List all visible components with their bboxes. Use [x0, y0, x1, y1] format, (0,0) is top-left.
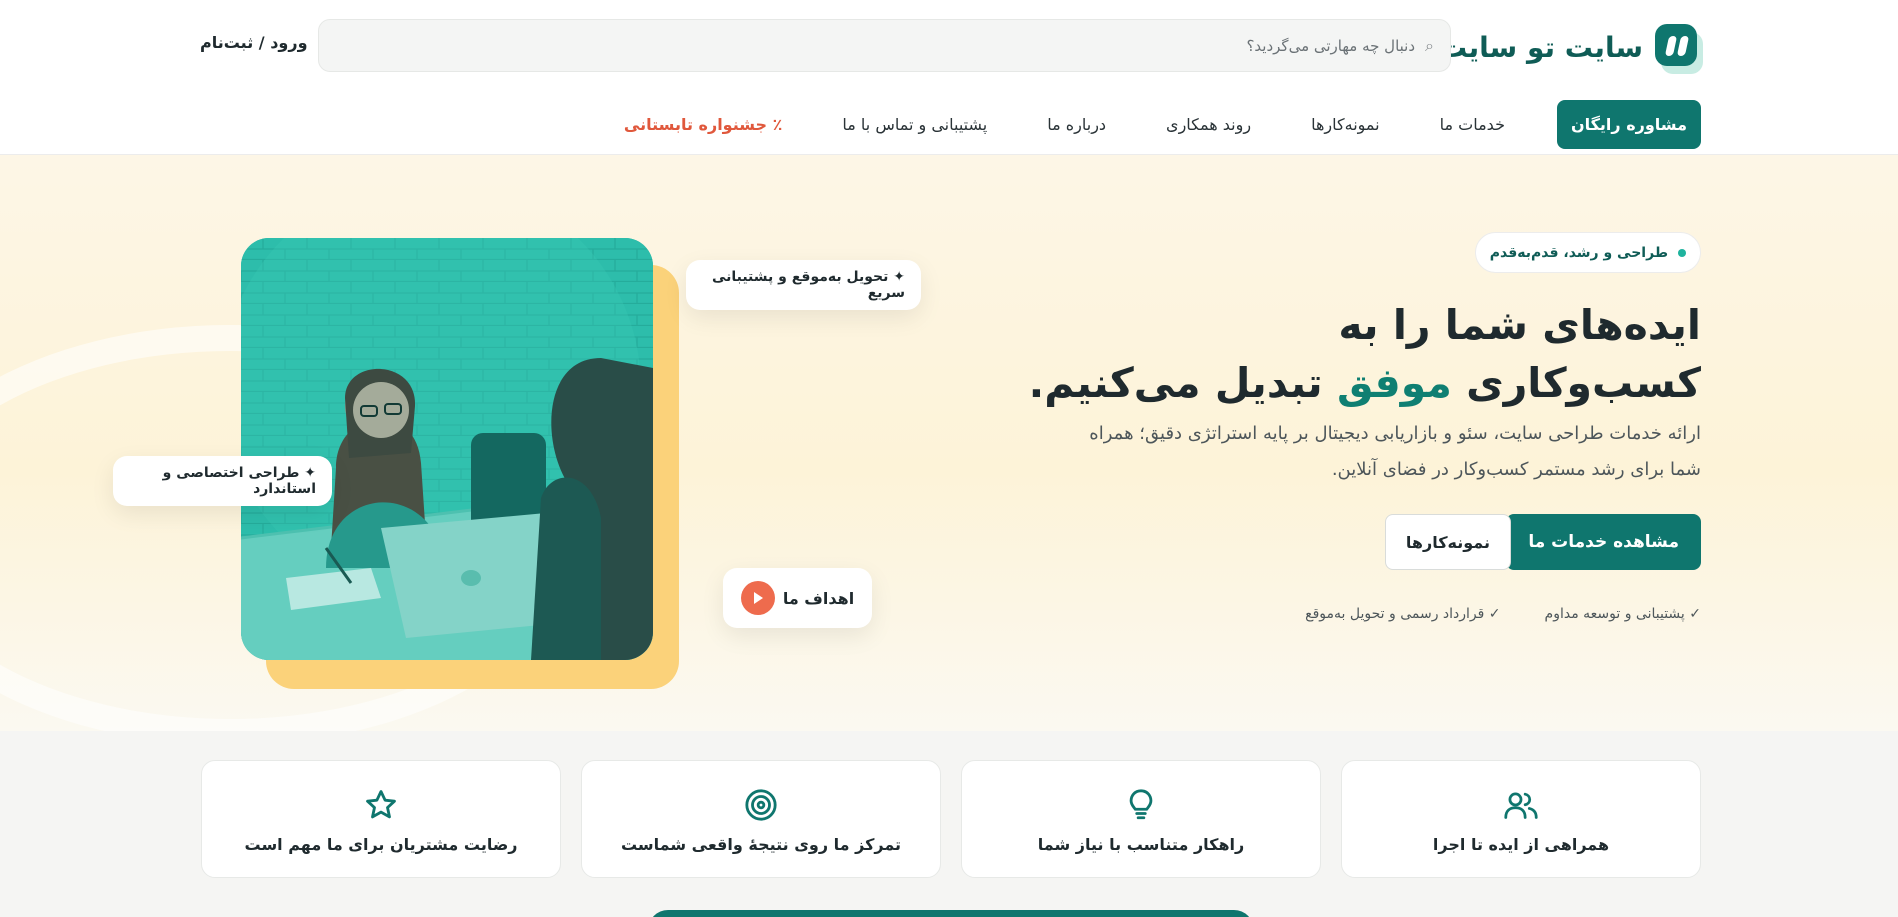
nav-item-process[interactable]: روند همکاری [1166, 100, 1251, 149]
headline-line-1: ایده‌های شما را به [1338, 301, 1701, 349]
fast-delivery-card: ✦ تحویل به‌موقع و پشتیبانی سریع [686, 260, 921, 310]
nav-item-portfolio[interactable]: نمونه‌کارها [1311, 100, 1380, 149]
chip-label: طراحی و رشد، قدم‌به‌قدم [1489, 244, 1668, 261]
fast-delivery-label: ✦ تحویل به‌موقع و پشتیبانی سریع [711, 269, 905, 301]
nav-item-summer-promo[interactable]: ٪ جشنواره تابستانی [624, 100, 782, 149]
hero-chip: طراحی و رشد، قدم‌به‌قدم [1474, 232, 1701, 273]
feature-card: همراهی از ایده تا اجرا [1341, 760, 1701, 878]
nav-item-services[interactable]: خدمات ما [1440, 100, 1505, 149]
site-header: سایت تو سایت ⌕ ورود / ثبت‌نام مشاوره رای… [0, 0, 1898, 155]
feature-label: رضایت مشتریان برای ما مهم است [244, 834, 518, 854]
hero-headline: ایده‌های شما را به کسب‌وکاری موفق تبدیل … [1029, 296, 1701, 412]
features-row: رضایت مشتریان برای ما مهم است تمرکز ما ر… [201, 760, 1701, 878]
headline-part-a: کسب‌وکاری [1466, 359, 1701, 407]
target-icon [741, 785, 781, 825]
brand-name: سایت تو سایت [1439, 30, 1643, 64]
login-register-link[interactable]: ورود / ثبت‌نام [200, 33, 308, 52]
star-icon [361, 785, 401, 825]
our-goals-button[interactable]: اهداف ما [723, 568, 872, 628]
nav-item-about[interactable]: درباره ما [1047, 100, 1106, 149]
custom-design-card: ✦ طراحی اختصاصی و استاندارد [113, 456, 332, 506]
perk-item: ✓ قرارداد رسمی و تحویل به‌موقع [1305, 606, 1501, 622]
users-icon [1501, 785, 1541, 825]
hero-image [241, 238, 653, 660]
headline-accent: موفق [1336, 359, 1452, 407]
play-icon [740, 581, 775, 615]
hero-lead: ارائه خدمات طراحی سایت، سئو و بازاریابی … [1089, 423, 1701, 480]
view-services-button[interactable]: مشاهده خدمات ما [1506, 514, 1701, 570]
our-goals-label: اهداف ما [782, 588, 855, 608]
free-consult-button[interactable]: مشاوره رایگان [1556, 100, 1701, 149]
feature-card: رضایت مشتریان برای ما مهم است [201, 760, 561, 878]
feature-card: راهکار متناسب با نیاز شما [961, 760, 1321, 878]
custom-design-label: ✦ طراحی اختصاصی و استاندارد [162, 465, 316, 497]
search-bar[interactable]: ⌕ [318, 19, 1451, 72]
brand-logo[interactable]: سایت تو سایت [1439, 24, 1703, 74]
headline-part-b: تبدیل می‌کنیم. [1028, 359, 1323, 407]
feature-card: تمرکز ما روی نتیجهٔ واقعی شماست [581, 760, 941, 878]
cta-strip[interactable] [648, 910, 1254, 917]
feature-label: تمرکز ما روی نتیجهٔ واقعی شماست [620, 834, 902, 854]
main-nav: مشاوره رایگان خدمات ما نمونه‌کارها روند … [624, 100, 1701, 149]
perk-item: ✓ پشتیبانی و توسعه مداوم [1544, 606, 1701, 622]
search-icon: ⌕ [1425, 35, 1434, 55]
portfolio-button[interactable]: نمونه‌کارها [1384, 514, 1511, 570]
logo-icon [1655, 24, 1703, 74]
chip-dot-icon [1678, 248, 1686, 257]
nav-item-support[interactable]: پشتیبانی و تماس با ما [842, 100, 987, 149]
feature-label: همراهی از ایده تا اجرا [1432, 834, 1610, 854]
search-input[interactable] [1015, 36, 1416, 55]
feature-label: راهکار متناسب با نیاز شما [1037, 834, 1245, 854]
hero-photo-illustration [241, 238, 653, 660]
lightbulb-icon [1121, 785, 1161, 825]
hero-perks: ✓ پشتیبانی و توسعه مداوم ✓ قرارداد رسمی … [1305, 606, 1701, 622]
